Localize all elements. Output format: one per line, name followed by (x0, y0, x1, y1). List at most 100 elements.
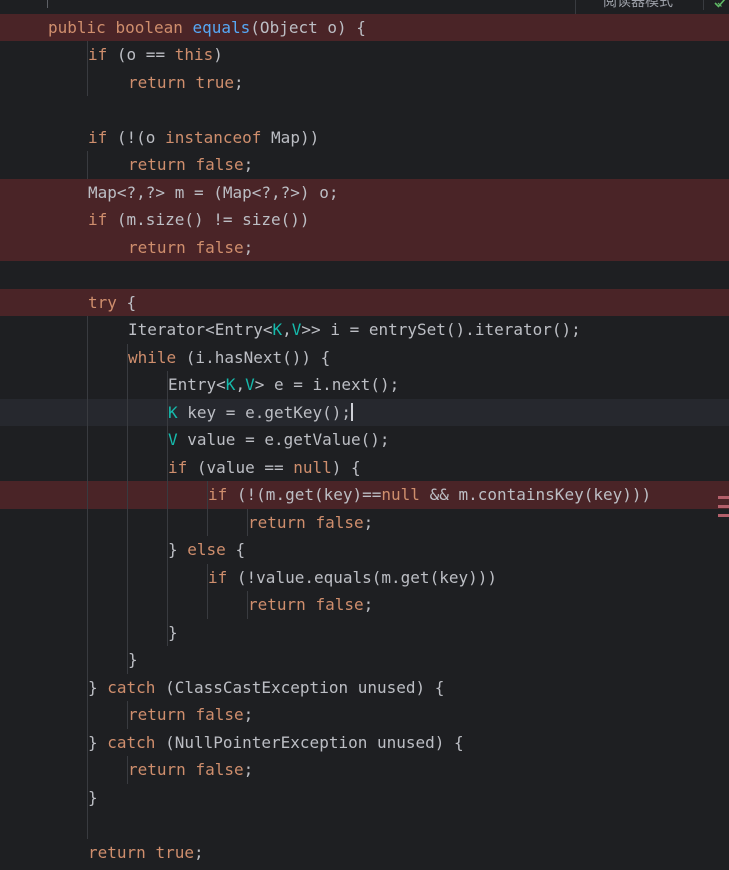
code-line[interactable]: return false; (0, 233, 729, 262)
code-token: } (128, 650, 138, 669)
code-token: if (208, 567, 237, 587)
code-token: V (168, 430, 188, 449)
indent-guide (87, 316, 88, 839)
code-token: if (208, 485, 237, 504)
code-line[interactable]: V value = e.getValue(); (0, 426, 729, 454)
code-token: (!(o (116, 127, 166, 147)
code-line[interactable]: if (!value.equals(m.get(key))) (0, 564, 729, 592)
code-text: return false; (128, 756, 253, 784)
code-token: return (128, 237, 196, 257)
code-line[interactable] (0, 811, 729, 839)
code-text: Entry<K,V> e = i.next(); (168, 371, 399, 399)
code-token: } (88, 787, 98, 807)
reader-mode-label[interactable]: 阅读器模式 (603, 0, 673, 12)
code-token: null (293, 457, 332, 477)
code-text: return false; (128, 151, 253, 179)
code-line[interactable]: Entry<K,V> e = i.next(); (0, 371, 729, 399)
inspection-ok-icon[interactable] (713, 0, 727, 10)
code-line[interactable]: while (i.hasNext()) { (0, 344, 729, 372)
code-token: key = e.getKey(); (187, 402, 352, 422)
code-text: return true; (128, 69, 244, 97)
error-stripe-markers[interactable] (718, 496, 729, 536)
code-text: return false; (248, 591, 373, 619)
code-token: while (128, 347, 186, 367)
indent-guide (87, 151, 88, 179)
code-line[interactable]: Iterator<Entry<K,V>> i = entrySet().iter… (0, 316, 729, 344)
code-token: && m.containsKey(key))) (429, 485, 652, 504)
code-line[interactable]: return false; (0, 591, 729, 619)
code-line[interactable]: if (o == this) (0, 41, 729, 69)
code-text: public boolean equals(Object o) { (48, 14, 366, 42)
code-text: } (168, 619, 178, 647)
code-text: if (o == this) (88, 41, 223, 69)
code-token: (Object o) { (250, 17, 366, 37)
code-token: boolean (115, 17, 193, 37)
code-token: this (174, 45, 214, 64)
code-text: Map<?,?> m = (Map<?,?>) o; (88, 179, 338, 207)
code-token: (ClassCastException unused) { (165, 677, 445, 697)
code-token: null (381, 485, 430, 504)
fold-guide (47, 0, 48, 8)
code-line[interactable]: } catch (NullPointerException unused) { (0, 729, 729, 757)
code-token: false (195, 705, 244, 724)
code-token: return (128, 72, 196, 92)
code-token: return (248, 512, 316, 532)
code-line[interactable]: return false; (0, 151, 729, 179)
code-text: return true; (88, 839, 204, 867)
code-token: (!value.equals(m.get(key))) (236, 567, 497, 587)
code-token: ; (243, 705, 254, 724)
code-token: false (195, 760, 244, 779)
code-line[interactable]: } else { (0, 536, 729, 564)
indent-guide (87, 41, 88, 96)
code-token: true (195, 72, 234, 92)
code-token: } (88, 732, 108, 752)
code-line[interactable]: return true; (0, 839, 729, 867)
code-line[interactable]: Map<?,?> m = (Map<?,?>) o; (0, 178, 729, 207)
code-line[interactable] (0, 96, 729, 124)
code-token: ) (213, 45, 223, 64)
code-token: Map)) (271, 127, 320, 147)
code-token: false (195, 155, 244, 174)
code-line[interactable]: } (0, 646, 729, 674)
code-token: return (248, 595, 316, 614)
code-token: return (128, 760, 196, 779)
code-token: else (187, 540, 236, 559)
code-token: catch (107, 677, 166, 697)
code-token: if (88, 127, 117, 147)
code-text: return false; (248, 509, 373, 537)
code-line[interactable]: return false; (0, 701, 729, 729)
code-editor[interactable]: 阅读器模式 public boolean equals(Object o) {i… (0, 0, 729, 870)
code-line[interactable]: } (0, 784, 729, 812)
code-line[interactable]: public boolean equals(Object o) { (0, 13, 729, 42)
indent-guide (127, 343, 128, 674)
code-token: K (168, 402, 188, 422)
code-text: return false; (128, 234, 253, 262)
code-line[interactable]: if (!(m.get(key)==null && m.containsKey(… (0, 481, 729, 509)
code-line[interactable]: } catch (ClassCastException unused) { (0, 674, 729, 702)
code-text: } (88, 784, 98, 812)
code-line[interactable]: if (value == null) { (0, 454, 729, 482)
code-token: public (48, 17, 116, 37)
code-line[interactable]: return false; (0, 756, 729, 784)
code-token: ; (243, 237, 254, 257)
code-text: } catch (NullPointerException unused) { (88, 729, 464, 757)
code-text: Iterator<Entry<K,V>> i = entrySet().iter… (128, 316, 581, 344)
code-token: ; (193, 842, 204, 862)
code-line[interactable]: } (0, 619, 729, 647)
code-token: >> i = entrySet().iterator(); (301, 320, 581, 339)
code-token: ; (243, 760, 254, 779)
code-token: (!(m.get(key)== (236, 485, 382, 504)
code-line[interactable]: return true; (0, 69, 729, 97)
code-text: if (!value.equals(m.get(key))) (208, 564, 497, 592)
text-caret (351, 402, 354, 421)
code-token: (o == (116, 45, 175, 64)
code-token: (m.size() != size()) (116, 210, 310, 229)
code-line[interactable]: K key = e.getKey(); (0, 398, 729, 426)
code-token: } (168, 622, 178, 642)
code-line[interactable]: return false; (0, 509, 729, 537)
code-line[interactable]: try { (0, 288, 729, 316)
code-line[interactable] (0, 261, 729, 289)
code-text: return false; (128, 701, 253, 729)
code-line[interactable]: if (!(o instanceof Map)) (0, 124, 729, 152)
code-line[interactable]: if (m.size() != size()) (0, 206, 729, 234)
